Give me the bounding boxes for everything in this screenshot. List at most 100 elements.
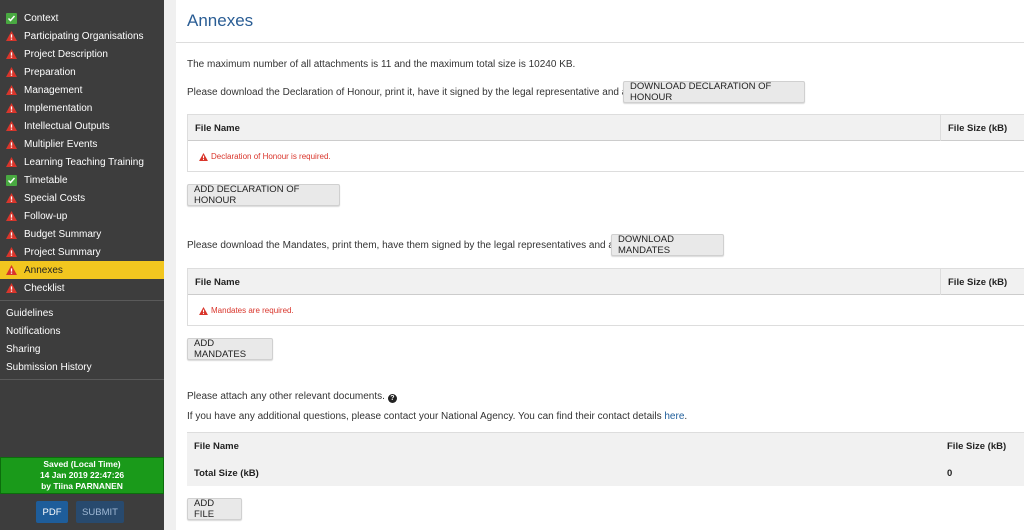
warning-icon (6, 120, 17, 132)
sidebar-item-label: Participating Organisations (24, 30, 144, 42)
sidebar-divider (0, 300, 164, 301)
other-docs-instruction-row: Please attach any other relevant documen… (187, 391, 397, 403)
pdf-button[interactable]: PDF (36, 501, 68, 523)
sidebar-item-label: Follow-up (24, 210, 68, 222)
sidebar-gutter (164, 0, 176, 530)
column-file-size: File Size (kB) (948, 123, 1008, 134)
sidebar-item-project-summary[interactable]: Project Summary (0, 243, 164, 261)
sidebar-item-label: Multiplier Events (24, 138, 98, 150)
sidebar: Context Participating Organisations Projec… (0, 0, 164, 530)
download-mandates-button[interactable]: DOWNLOAD MANDATES (611, 234, 724, 256)
column-file-name: File Name (195, 123, 240, 134)
sidebar-nav: Context Participating Organisations Projec… (0, 0, 164, 297)
sidebar-item-label: Implementation (24, 102, 93, 114)
add-file-button[interactable]: ADD FILE (187, 498, 242, 520)
sidebar-item-annexes[interactable]: Annexes (0, 261, 164, 279)
sidebar-item-multiplier-events[interactable]: Multiplier Events (0, 135, 164, 153)
sidebar-item-label: Checklist (24, 282, 65, 294)
declaration-error-text: Declaration of Honour is required. (211, 152, 331, 161)
sidebar-item-intellectual-outputs[interactable]: Intellectual Outputs (0, 117, 164, 135)
column-file-name: File Name (195, 277, 240, 288)
warning-icon (199, 306, 208, 315)
warning-icon (6, 30, 17, 42)
sidebar-item-label: Special Costs (24, 192, 86, 204)
help-icon[interactable]: ? (387, 394, 397, 403)
sidebar-item-context[interactable]: Context (0, 9, 164, 27)
attachment-limits-text: The maximum number of all attachments is… (187, 59, 576, 70)
saved-status: Saved (Local Time) 14 Jan 2019 22:47:26 … (0, 457, 164, 494)
add-declaration-button[interactable]: ADD DECLARATION OF HONOUR (187, 184, 340, 206)
sidebar-item-checklist[interactable]: Checklist (0, 279, 164, 297)
declaration-instruction: Please download the Declaration of Honou… (187, 87, 652, 98)
total-size-label: Total Size (kB) (194, 468, 259, 479)
sidebar-actions: PDF SUBMIT (0, 494, 164, 530)
sidebar-item-timetable[interactable]: Timetable (0, 171, 164, 189)
column-file-size: File Size (kB) (947, 441, 1007, 452)
mandates-table: File Name File Size (kB) Mandates are re… (187, 268, 1024, 326)
sidebar-item-label: Annexes (24, 264, 63, 276)
sidebar-item-preparation[interactable]: Preparation (0, 63, 164, 81)
title-divider (176, 42, 1024, 43)
warning-icon (6, 156, 17, 168)
declaration-table: File Name File Size (kB) Declaration of … (187, 114, 1024, 172)
sidebar-item-label: Intellectual Outputs (24, 120, 110, 132)
mandates-error-text: Mandates are required. (211, 306, 294, 315)
add-mandates-button[interactable]: ADD MANDATES (187, 338, 273, 360)
checkmark-icon (6, 174, 17, 186)
warning-icon (199, 152, 208, 161)
sidebar-item-label: Project Summary (24, 246, 101, 258)
warning-icon (6, 264, 17, 276)
sidebar-item-implementation[interactable]: Implementation (0, 99, 164, 117)
warning-icon (6, 48, 17, 60)
warning-icon (6, 66, 17, 78)
warning-icon (6, 102, 17, 114)
warning-icon (6, 210, 17, 222)
sidebar-link-notifications[interactable]: Notifications (0, 322, 164, 340)
sidebar-item-project-description[interactable]: Project Description (0, 45, 164, 63)
warning-icon (6, 228, 17, 240)
saved-title: Saved (Local Time) (43, 459, 121, 469)
sidebar-item-label: Project Description (24, 48, 108, 60)
column-file-name: File Name (194, 441, 239, 452)
page-title: Annexes (187, 11, 254, 30)
sidebar-item-follow-up[interactable]: Follow-up (0, 207, 164, 225)
mandates-error-row: Mandates are required. (188, 295, 1024, 325)
warning-icon (6, 84, 17, 96)
contact-text: If you have any additional questions, pl… (187, 411, 662, 422)
column-file-size: File Size (kB) (948, 277, 1008, 288)
sidebar-item-participating-organisations[interactable]: Participating Organisations (0, 27, 164, 45)
declaration-error-row: Declaration of Honour is required. (188, 141, 1024, 171)
table-header: File Name File Size (kB) (188, 115, 1024, 141)
sidebar-item-learning-teaching-training[interactable]: Learning Teaching Training (0, 153, 164, 171)
other-files-table: File Name File Size (kB) Total Size (kB)… (187, 432, 1024, 486)
submit-button[interactable]: SUBMIT (76, 501, 124, 523)
sidebar-item-label: Budget Summary (24, 228, 102, 240)
sidebar-item-special-costs[interactable]: Special Costs (0, 189, 164, 207)
total-size-value: 0 (947, 468, 953, 479)
main-content: Annexes The maximum number of all attach… (176, 0, 1024, 530)
sidebar-item-budget-summary[interactable]: Budget Summary (0, 225, 164, 243)
warning-icon (6, 246, 17, 258)
sidebar-link-guidelines[interactable]: Guidelines (0, 304, 164, 322)
sidebar-item-label: Timetable (24, 174, 68, 186)
download-declaration-button[interactable]: DOWNLOAD DECLARATION OF HONOUR (623, 81, 805, 103)
sidebar-item-label: Management (24, 84, 83, 96)
contact-details-link[interactable]: here (664, 411, 684, 422)
mandates-instruction: Please download the Mandates, print them… (187, 240, 639, 251)
sidebar-item-label: Learning Teaching Training (24, 156, 144, 168)
sidebar-links: Guidelines Notifications Sharing Submission… (0, 304, 164, 376)
sidebar-link-submission-history[interactable]: Submission History (0, 358, 164, 376)
sidebar-item-management[interactable]: Management (0, 81, 164, 99)
warning-icon (6, 138, 17, 150)
sidebar-link-sharing[interactable]: Sharing (0, 340, 164, 358)
warning-icon (6, 282, 17, 294)
warning-icon (6, 192, 17, 204)
table-header: File Name File Size (kB) (188, 269, 1024, 295)
sidebar-item-label: Preparation (24, 66, 76, 78)
contact-text-row: If you have any additional questions, pl… (187, 411, 688, 422)
sidebar-item-label: Context (24, 12, 59, 24)
sidebar-divider (0, 379, 164, 380)
other-docs-instruction: Please attach any other relevant documen… (187, 391, 385, 402)
checkmark-icon (6, 12, 17, 24)
saved-timestamp: 14 Jan 2019 22:47:26 (39, 470, 125, 480)
